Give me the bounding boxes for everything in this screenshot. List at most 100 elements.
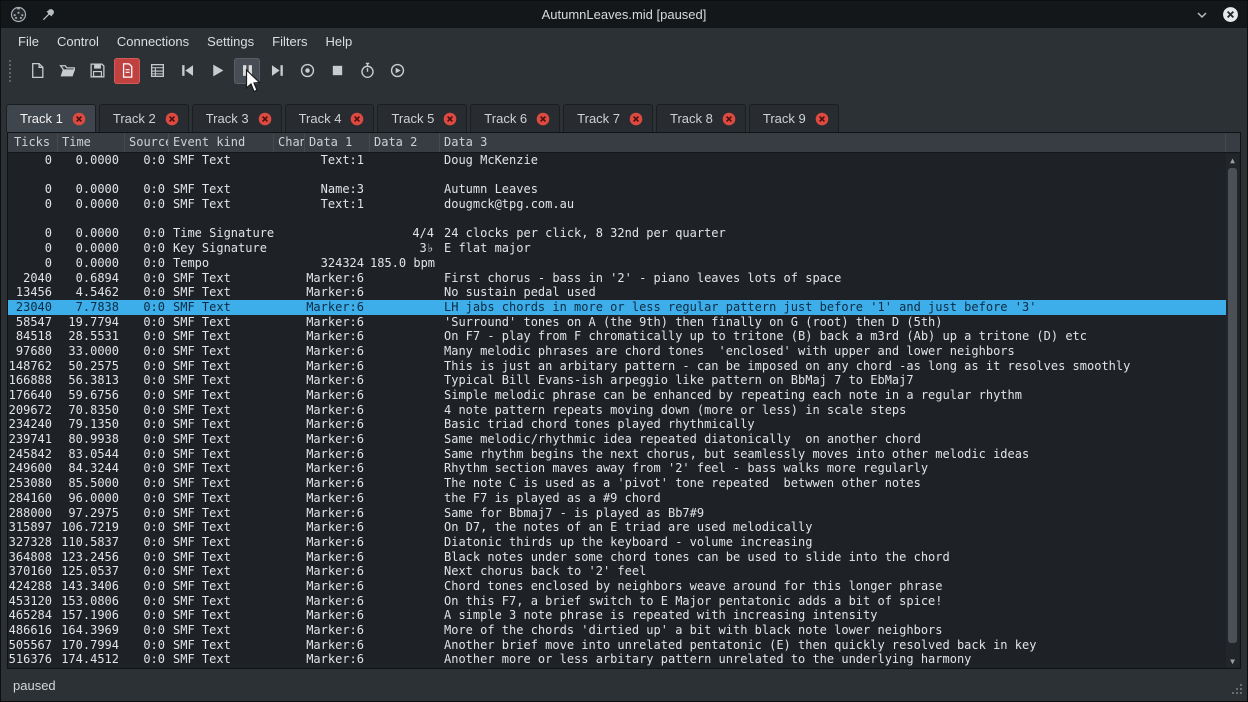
table-row[interactable]: 24960084.32440:0SMF TextMarker:6Rhythm s… <box>8 461 1226 476</box>
table-row[interactable]: 8451828.55310:0SMF TextMarker:6On F7 - p… <box>8 329 1226 344</box>
skip-forward-button[interactable] <box>264 58 290 84</box>
timer-button[interactable] <box>354 58 380 84</box>
new-file-button[interactable] <box>24 58 50 84</box>
tab-track-7[interactable]: Track 7 <box>563 104 653 132</box>
column-header-data1[interactable]: Data 1 <box>305 133 370 152</box>
table-row[interactable]: 134564.54620:0SMF TextMarker:6No sustain… <box>8 285 1226 300</box>
table-row[interactable]: 14876250.25750:0SMF TextMarker:6This is … <box>8 359 1226 374</box>
menu-item-control[interactable]: Control <box>48 31 108 52</box>
table-row[interactable]: 20400.68940:0SMF TextMarker:6First choru… <box>8 271 1226 286</box>
column-header-event-kind[interactable]: Event kind <box>169 133 274 152</box>
column-header-source[interactable]: Source <box>125 133 169 152</box>
table-row[interactable]: 370160125.05370:0SMF TextMarker:6Next ch… <box>8 564 1226 579</box>
cell-chan <box>274 638 305 653</box>
tab-track-2[interactable]: Track 2 <box>99 104 189 132</box>
table-row[interactable]: 00.00000:0SMF TextText:1dougmck@tpg.com.… <box>8 197 1226 212</box>
tab-close-icon[interactable] <box>536 112 550 126</box>
toolbar-drag-handle[interactable] <box>9 60 14 82</box>
table-row[interactable]: 315897106.72190:0SMF TextMarker:6On D7, … <box>8 520 1226 535</box>
tab-track-8[interactable]: Track 8 <box>656 104 746 132</box>
shade-chevron-icon[interactable] <box>1193 6 1211 24</box>
table-row[interactable]: 486616164.39690:0SMF TextMarker:6More of… <box>8 623 1226 638</box>
table-row[interactable]: 00.00000:0Time Signature4/424 clocks per… <box>8 226 1226 241</box>
skip-backward-button[interactable] <box>174 58 200 84</box>
table-row[interactable]: 505567170.79940:0SMF TextMarker:6Another… <box>8 638 1226 653</box>
event-list-button[interactable] <box>144 58 170 84</box>
metronome-icon <box>389 62 406 79</box>
table-row[interactable]: 17664059.67560:0SMF TextMarker:6Simple m… <box>8 388 1226 403</box>
scrollbar-thumb[interactable] <box>1228 168 1237 643</box>
tab-track-9[interactable]: Track 9 <box>749 104 839 132</box>
table-row[interactable]: 00.00000:0SMF TextText:1Doug McKenzie <box>8 153 1226 168</box>
tab-track-1[interactable]: Track 1 <box>6 104 96 132</box>
menu-item-help[interactable]: Help <box>317 31 362 52</box>
scroll-down-icon[interactable]: ▼ <box>1226 655 1239 667</box>
table-row[interactable]: 327328110.58370:0SMF TextMarker:6Diatoni… <box>8 535 1226 550</box>
tab-close-icon[interactable] <box>722 112 736 126</box>
column-header-data3[interactable]: Data 3 <box>440 133 1226 152</box>
record-button[interactable] <box>294 58 320 84</box>
tab-close-icon[interactable] <box>629 112 643 126</box>
cell-d2 <box>370 638 440 653</box>
menu-item-settings[interactable]: Settings <box>198 31 263 52</box>
cell-chan <box>274 417 305 432</box>
column-header-time[interactable]: Time <box>58 133 125 152</box>
tab-close-icon[interactable] <box>165 112 179 126</box>
resize-grip[interactable] <box>1230 684 1242 696</box>
table-row[interactable]: 364808123.24560:0SMF TextMarker:6Black n… <box>8 550 1226 565</box>
table-row[interactable]: 16688856.38130:0SMF TextMarker:6Typical … <box>8 373 1226 388</box>
skip-forward-icon <box>269 62 286 79</box>
menu-item-connections[interactable]: Connections <box>108 31 198 52</box>
table-row[interactable]: 24584283.05440:0SMF TextMarker:6Same rhy… <box>8 447 1226 462</box>
play-button[interactable] <box>204 58 230 84</box>
cell-d3: On this F7, a brief switch to E Major pe… <box>440 594 1226 609</box>
open-file-button[interactable] <box>54 58 80 84</box>
cell-kind: SMF Text <box>169 315 274 330</box>
table-row[interactable]: 424288143.34060:0SMF TextMarker:6Chord t… <box>8 579 1226 594</box>
save-file-button[interactable] <box>84 58 110 84</box>
vertical-scrollbar[interactable]: ▲ ▼ <box>1226 154 1239 667</box>
pause-button[interactable] <box>234 58 260 84</box>
table-row[interactable]: 516376174.45120:0SMF TextMarker:6Another… <box>8 652 1226 667</box>
record-toggle-button[interactable] <box>114 58 140 84</box>
table-row[interactable]: 9768033.00000:0SMF TextMarker:6Many melo… <box>8 344 1226 359</box>
cell-chan <box>274 168 305 183</box>
tab-track-3[interactable]: Track 3 <box>192 104 282 132</box>
menu-item-filters[interactable]: Filters <box>263 31 316 52</box>
pin-icon[interactable] <box>39 6 57 24</box>
tab-close-icon[interactable] <box>72 112 86 126</box>
table-row[interactable]: 5854719.77940:0SMF TextMarker:6'Surround… <box>8 315 1226 330</box>
scroll-up-icon[interactable]: ▲ <box>1226 154 1239 166</box>
tab-close-icon[interactable] <box>815 112 829 126</box>
titlebar[interactable]: AutumnLeaves.mid [paused] <box>1 1 1247 28</box>
cell-d1: Marker:6 <box>305 608 370 623</box>
column-header-ticks[interactable]: Ticks <box>8 133 58 152</box>
metronome-button[interactable] <box>384 58 410 84</box>
table-row[interactable]: 00.00000:0SMF TextName:3Autumn Leaves <box>8 182 1226 197</box>
table-row[interactable]: 00.00000:0Tempo324324185.0 bpm <box>8 256 1226 271</box>
close-button[interactable] <box>1221 6 1239 24</box>
table-row[interactable]: 465284157.19060:0SMF TextMarker:6A simpl… <box>8 608 1226 623</box>
table-row[interactable]: 23974180.99380:0SMF TextMarker:6Same mel… <box>8 432 1226 447</box>
tab-close-icon[interactable] <box>258 112 272 126</box>
table-row[interactable]: 00.00000:0Key Signature3♭E flat major <box>8 241 1226 256</box>
table-row[interactable]: 28416096.00000:0SMF TextMarker:6the F7 i… <box>8 491 1226 506</box>
tab-close-icon[interactable] <box>443 112 457 126</box>
menu-item-file[interactable]: File <box>9 31 48 52</box>
table-row[interactable]: 230407.78380:0SMF TextMarker:6LH jabs ch… <box>8 300 1226 315</box>
tab-close-icon[interactable] <box>350 112 364 126</box>
tab-bar: Track 1Track 2Track 3Track 4Track 5Track… <box>1 87 1247 132</box>
table-row[interactable]: 25308085.50000:0SMF TextMarker:6The note… <box>8 476 1226 491</box>
table-row[interactable]: 20967270.83500:0SMF TextMarker:64 note p… <box>8 403 1226 418</box>
tab-track-6[interactable]: Track 6 <box>470 104 560 132</box>
stop-button[interactable] <box>324 58 350 84</box>
table-row[interactable]: 28800097.29750:0SMF TextMarker:6Same for… <box>8 506 1226 521</box>
cell-time: 0.0000 <box>58 226 125 241</box>
table-row[interactable]: 23424079.13500:0SMF TextMarker:6Basic tr… <box>8 417 1226 432</box>
cell-d1 <box>305 168 370 183</box>
table-row[interactable]: 453120153.08060:0SMF TextMarker:6On this… <box>8 594 1226 609</box>
tab-track-4[interactable]: Track 4 <box>285 104 375 132</box>
column-header-chan[interactable]: Chan <box>274 133 305 152</box>
column-header-data2[interactable]: Data 2 <box>370 133 440 152</box>
tab-track-5[interactable]: Track 5 <box>377 104 467 132</box>
